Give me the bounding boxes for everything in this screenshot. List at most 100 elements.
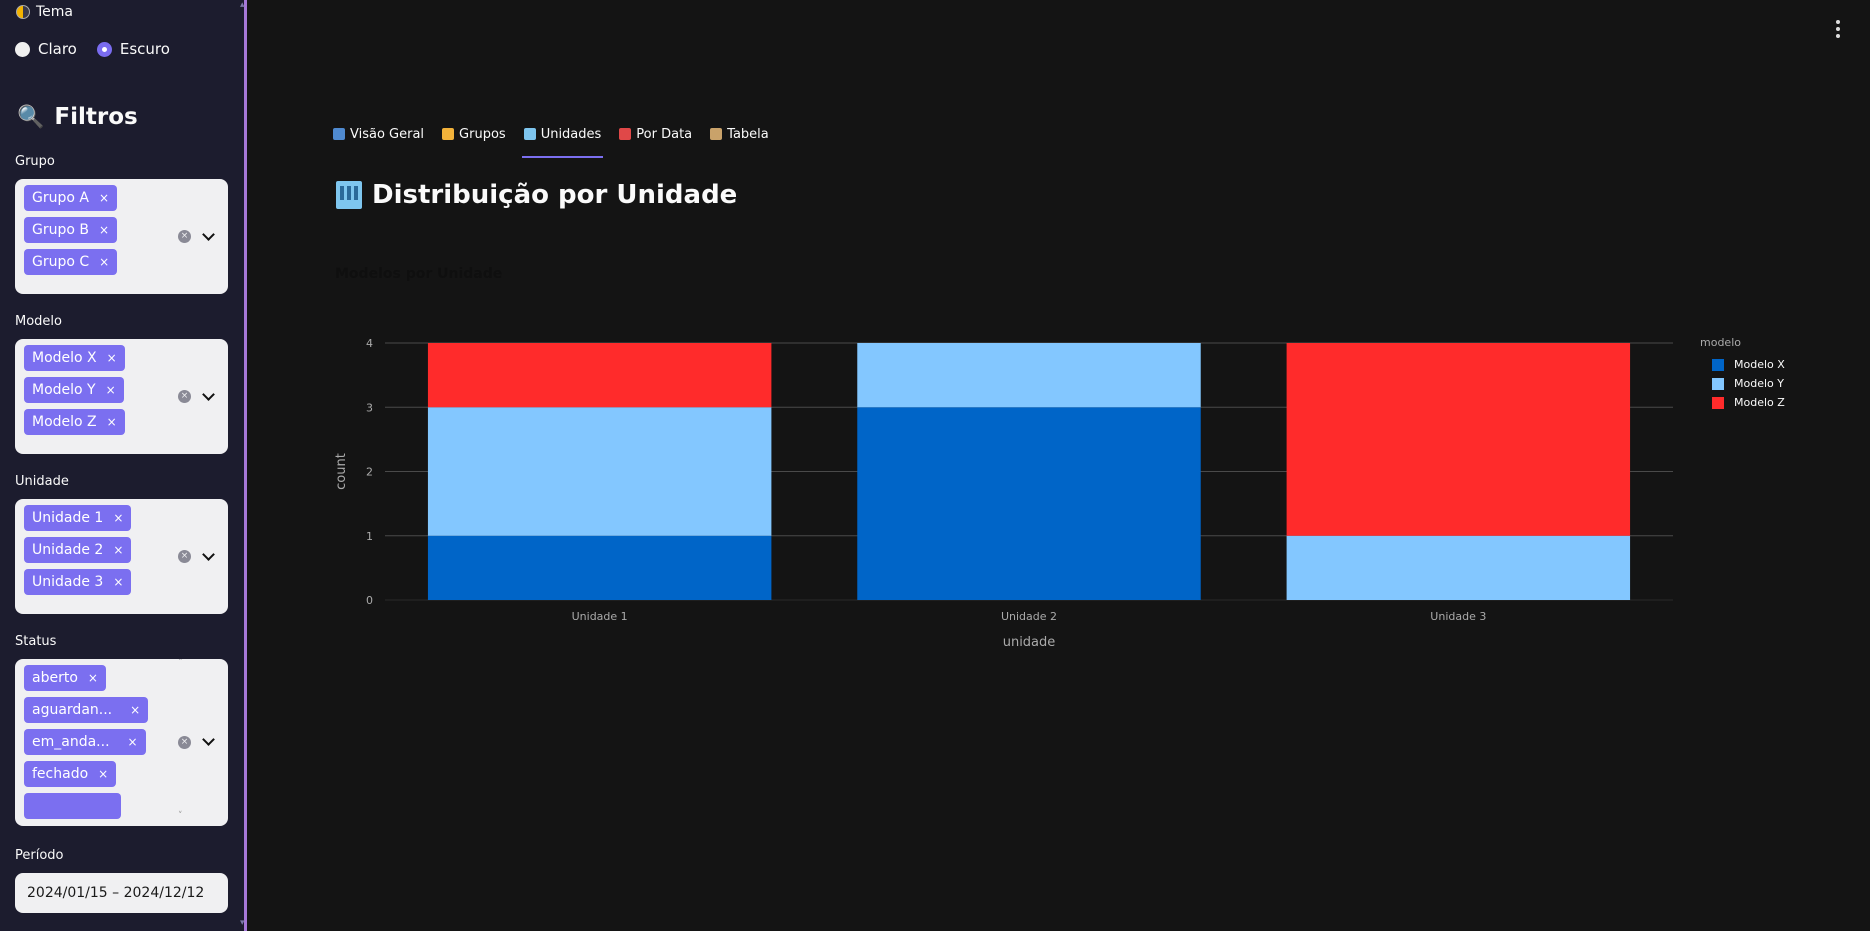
remove-chip-icon[interactable]: ×: [98, 767, 108, 781]
radio-claro[interactable]: [15, 41, 30, 57]
legend-item[interactable]: Modelo Z: [1700, 393, 1785, 412]
remove-chip-icon[interactable]: ×: [107, 351, 117, 365]
remove-chip-icon[interactable]: ×: [99, 191, 109, 205]
legend-label: Modelo Z: [1734, 396, 1785, 409]
y-tick-label: 3: [366, 401, 373, 414]
legend-swatch: [1712, 377, 1724, 390]
sidebar: ▴ ▾ Tema Claro Escuro 🔍 Filtros Grupo Gr…: [0, 0, 247, 931]
radio-escuro[interactable]: [96, 41, 112, 57]
building-icon: [523, 128, 536, 140]
theme-option-escuro[interactable]: Escuro: [96, 40, 170, 58]
remove-chip-icon[interactable]: ×: [99, 223, 109, 237]
theme-label: Tema: [16, 4, 73, 20]
half-moon-icon: [16, 5, 30, 19]
filters-heading: 🔍 Filtros: [17, 104, 138, 130]
tab-label: Grupos: [459, 126, 506, 142]
clear-all-icon[interactable]: ×: [178, 550, 191, 563]
page-title: Distribuição por Unidade: [336, 180, 737, 210]
bar-chart-icon: [333, 128, 345, 140]
unidade-multiselect[interactable]: Unidade 1 × Unidade 2 × Unidade 3 × ×: [15, 499, 228, 614]
legend-item[interactable]: Modelo Y: [1700, 374, 1785, 393]
chip-unidade-3: Unidade 3 ×: [24, 569, 132, 595]
y-axis-title: count: [334, 453, 349, 490]
filters-title-text: Filtros: [54, 104, 138, 130]
remove-chip-icon[interactable]: ×: [113, 511, 123, 525]
chip-status-aguardando: aguardan... ×: [24, 697, 149, 723]
tab-label: Unidades: [540, 126, 602, 142]
remove-chip-icon[interactable]: ×: [88, 671, 98, 685]
tab-bar: Visão Geral Grupos Unidades Por Data Tab…: [333, 120, 769, 158]
grupo-multiselect[interactable]: Grupo A × Grupo B × Grupo C × ×: [15, 179, 228, 294]
chip-label: Modelo Y: [32, 382, 96, 398]
x-tick-label: Unidade 2: [1001, 610, 1057, 623]
tab-por-data[interactable]: Por Data: [619, 120, 692, 150]
radio-claro-label: Claro: [38, 40, 77, 58]
y-tick-label: 4: [366, 337, 373, 350]
theme-option-claro[interactable]: Claro: [15, 40, 77, 58]
main-menu-icon[interactable]: [1836, 20, 1840, 38]
unidade-label: Unidade: [15, 474, 69, 489]
chevron-down-icon[interactable]: [202, 735, 214, 747]
clear-all-icon[interactable]: ×: [178, 390, 191, 403]
tab-tabela[interactable]: Tabela: [710, 120, 769, 150]
chip-unidade-2: Unidade 2 ×: [24, 537, 132, 563]
remove-chip-icon[interactable]: ×: [128, 735, 138, 749]
sidebar-scroll-down-icon[interactable]: ▾: [240, 918, 245, 928]
chip-status-aberto: aberto ×: [24, 665, 106, 691]
remove-chip-icon[interactable]: ×: [113, 575, 123, 589]
chart-legend: modelo Modelo X Modelo Y Modelo Z: [1700, 336, 1785, 412]
remove-chip-icon[interactable]: ×: [113, 543, 123, 557]
remove-chip-icon[interactable]: ×: [106, 383, 116, 397]
chip-label: em_anda...: [32, 734, 110, 750]
x-tick-label: Unidade 1: [572, 610, 628, 623]
clipboard-icon: [710, 128, 723, 140]
stacked-bar-chart: 0 1 2 3 4 Unidade 1 Unidade 2 Unidade 3 unidade c…: [334, 337, 1673, 650]
chevron-down-icon[interactable]: [202, 390, 214, 402]
chip-label: Unidade 3: [32, 574, 104, 590]
legend-swatch: [1712, 396, 1724, 409]
tab-grupos[interactable]: Grupos: [442, 120, 506, 150]
page-title-text: Distribuição por Unidade: [372, 180, 738, 210]
legend-title: modelo: [1700, 336, 1741, 349]
scroll-up-icon[interactable]: ˄: [178, 659, 183, 668]
chip-modelo-y: Modelo Y ×: [24, 377, 124, 403]
chip-label: Unidade 2: [32, 542, 104, 558]
clear-all-icon[interactable]: ×: [178, 230, 191, 243]
chip-unidade-1: Unidade 1 ×: [24, 505, 132, 531]
chip-label: Grupo A: [32, 190, 89, 206]
status-multiselect[interactable]: ˄ aberto × aguardan... × em_anda... × fecha…: [15, 659, 228, 826]
bar-segment: [427, 535, 772, 600]
periodo-date-input[interactable]: 2024/01/15 – 2024/12/12: [15, 873, 228, 913]
sidebar-scroll-up-icon[interactable]: ▴: [240, 0, 245, 10]
bar-segment: [857, 343, 1201, 408]
chevron-down-icon[interactable]: [202, 550, 214, 562]
chip-modelo-z: Modelo Z ×: [24, 409, 125, 435]
chevron-down-icon[interactable]: [202, 230, 214, 242]
bar-segment: [857, 407, 1201, 600]
bar-segment: [1286, 535, 1631, 600]
bar-segment: [427, 343, 772, 408]
remove-chip-icon[interactable]: ×: [107, 415, 117, 429]
theme-label-text: Tema: [36, 4, 74, 20]
chip-grupo-b: Grupo B ×: [24, 217, 118, 243]
remove-chip-icon[interactable]: ×: [99, 255, 109, 269]
tab-unidades[interactable]: Unidades: [521, 120, 603, 158]
legend-label: Modelo Y: [1734, 377, 1784, 390]
scroll-down-icon[interactable]: ˅: [178, 811, 183, 821]
modelo-multiselect[interactable]: Modelo X × Modelo Y × Modelo Z × ×: [15, 339, 228, 454]
theme-radio-group: Claro Escuro: [15, 40, 170, 58]
clear-all-icon[interactable]: ×: [178, 736, 191, 749]
x-axis-title: unidade: [1003, 635, 1056, 650]
calendar-icon: [619, 128, 632, 140]
bar-segment: [1286, 343, 1631, 536]
modelo-label: Modelo: [15, 314, 62, 329]
tab-visao-geral[interactable]: Visão Geral: [333, 120, 424, 150]
legend-item[interactable]: Modelo X: [1700, 355, 1785, 374]
tab-label: Por Data: [636, 126, 693, 142]
remove-chip-icon[interactable]: ×: [130, 703, 140, 717]
building-icon: [336, 181, 362, 209]
chip-modelo-x: Modelo X ×: [24, 345, 125, 371]
chip-label: Grupo C: [32, 254, 90, 270]
chip-label: Modelo Z: [32, 414, 97, 430]
chip-label: aguardan...: [32, 702, 113, 718]
